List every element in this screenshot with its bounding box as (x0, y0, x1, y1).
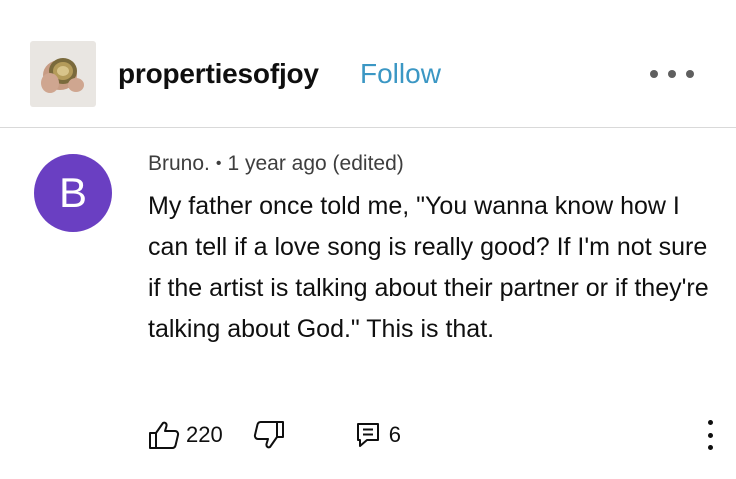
reply-count: 6 (388, 422, 401, 447)
username[interactable]: propertiesofjoy (118, 58, 319, 90)
reply-icon (356, 423, 379, 447)
comment-avatar[interactable]: B (34, 154, 112, 232)
comment-meta: Bruno. • 1 year ago (edited) (148, 152, 404, 176)
thumbs-down-icon (253, 421, 284, 449)
comment-actions: 220 6 (148, 420, 401, 450)
dislike-button[interactable] (253, 420, 285, 450)
more-horizontal-icon[interactable] (650, 64, 694, 84)
post-header: propertiesofjoy Follow (0, 0, 736, 128)
more-vertical-icon[interactable] (704, 420, 716, 450)
meta-separator: • (215, 155, 222, 172)
profile-avatar[interactable] (30, 41, 96, 107)
comment-timestamp: 1 year ago (edited) (227, 152, 404, 175)
comment-text: My father once told me, "You wanna know … (148, 192, 709, 343)
reply-button[interactable]: 6 (355, 421, 401, 449)
thumbs-up-icon (149, 421, 180, 449)
follow-button[interactable]: Follow (360, 58, 441, 90)
like-button[interactable]: 220 (148, 420, 223, 450)
like-count: 220 (186, 422, 223, 447)
comment-author[interactable]: Bruno. (148, 152, 210, 175)
